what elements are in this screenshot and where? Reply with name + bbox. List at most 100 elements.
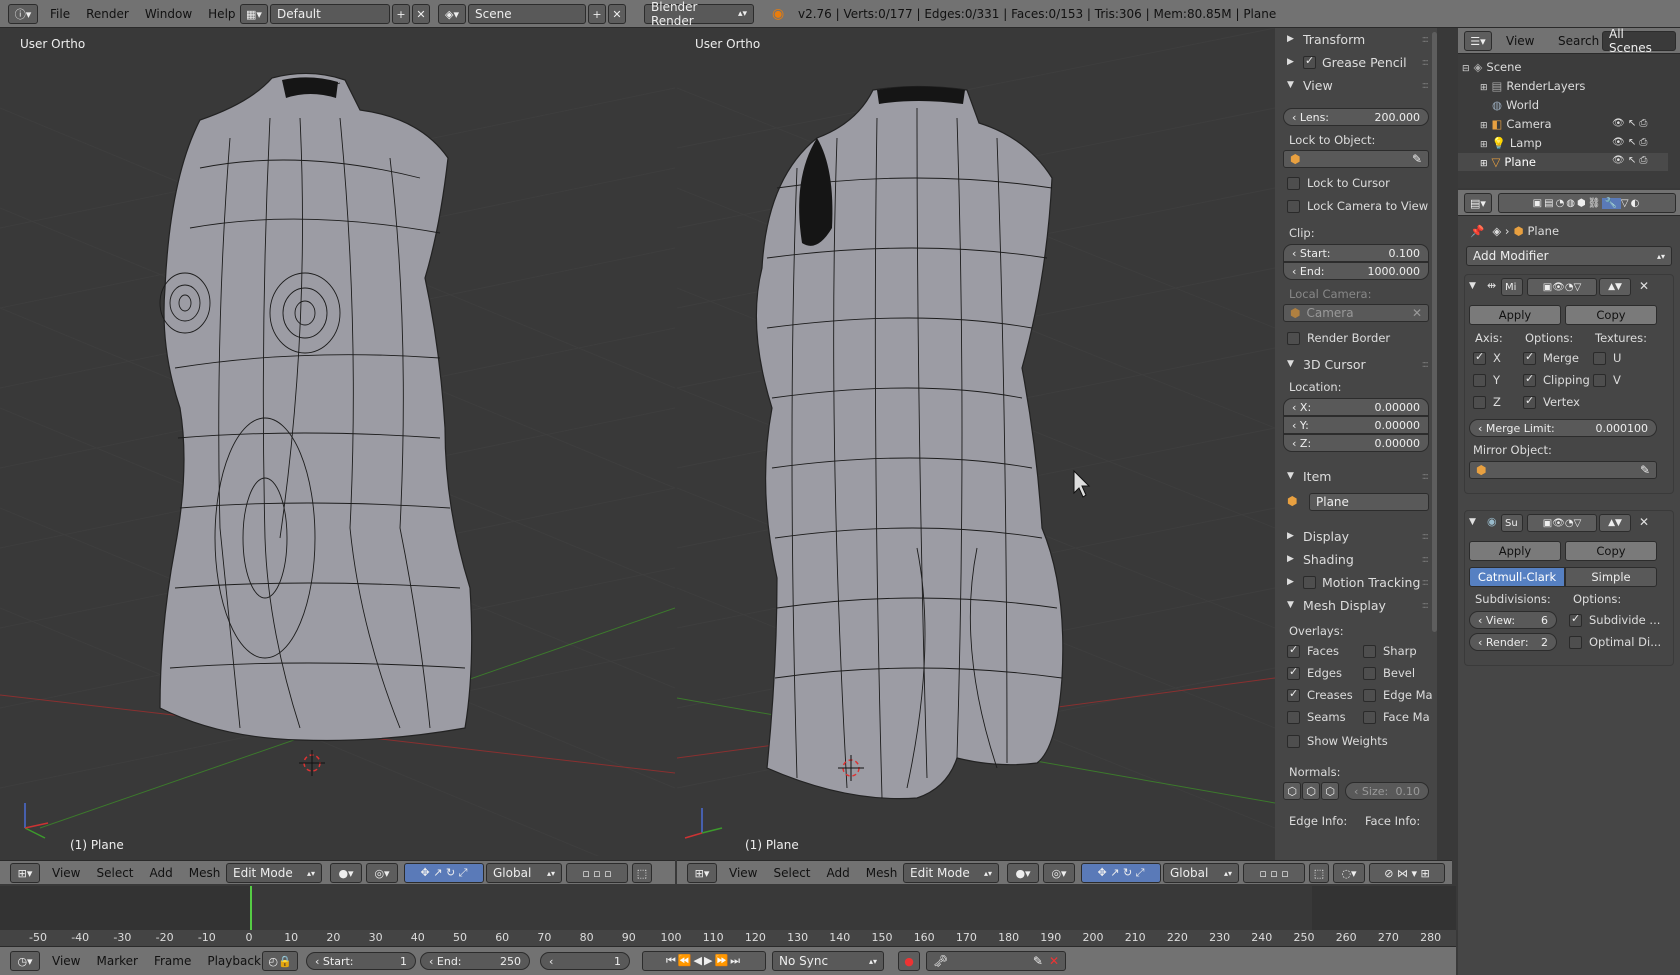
panel-mesh-display[interactable]: ▼ Mesh Display:::: [1275,594,1437,616]
optimal-display-checkbox[interactable] [1569,636,1582,649]
merge-limit-field[interactable]: ‹ Merge Limit: 0.000100 [1469,419,1657,437]
subsurf-name-field[interactable]: Su [1501,514,1523,532]
timeline[interactable]: -50 -40 -30 -20 -10 0 10 20 30 40 50 60 70 80 90 100 110… [0,886,1456,946]
clip-end-field[interactable]: ‹ End: 1000.000 [1283,262,1429,280]
keyframe-insert-icon[interactable]: ✎ [1033,954,1043,968]
panel-display[interactable]: ▶ Display:::: [1275,525,1437,547]
clipping-checkbox[interactable] [1523,372,1536,387]
pivot-right-button[interactable]: ◎▾ [1043,863,1075,883]
outliner-item-world[interactable]: ◍ World [1492,98,1539,112]
scene-field[interactable]: Scene [468,4,586,24]
menu-help[interactable]: Help [200,7,243,21]
panel-transform[interactable]: ▶ Transform:::: [1275,28,1437,50]
mirror-copy-button[interactable]: Copy [1565,305,1657,325]
timeline-menu-view[interactable]: View [44,954,88,968]
show-weights-checkbox[interactable] [1287,735,1300,748]
outliner-display-select[interactable]: All Scenes [1602,28,1676,55]
frame-start-field[interactable]: ‹ Start: 1 [306,952,416,970]
bevel-checkbox[interactable] [1363,667,1376,680]
panel-3d-cursor[interactable]: ▼ 3D Cursor:::: [1275,353,1437,375]
mirror-display-toggles[interactable]: ▣👁◔▽ [1527,278,1597,296]
normals-loop-button[interactable]: ⬡ [1302,782,1320,800]
panel-view[interactable]: ▼ View:::: [1275,74,1437,96]
menu-view[interactable]: View [44,866,88,880]
menu-select[interactable]: Select [88,866,141,880]
render-border-checkbox[interactable] [1287,332,1300,345]
lock-camera-checkbox[interactable] [1287,200,1300,213]
pivot-button[interactable]: ◎▾ [366,863,398,883]
preview-range-button[interactable]: ◴🔒 [262,951,298,971]
subsurf-display-toggles[interactable]: ▣👁◔▽ [1527,514,1597,532]
occlude-button[interactable]: ⬚ [632,863,652,883]
orientation-select[interactable]: Global ▴▾ [486,863,562,883]
shading-right-button[interactable]: ●▾ [1007,863,1039,883]
normals-vertex-button[interactable]: ⬡ [1283,782,1301,800]
menu-view-right[interactable]: View [721,866,765,880]
clear-camera-icon[interactable]: ✕ [1412,306,1422,320]
mirror-eyedropper-icon[interactable]: ✎ [1640,463,1650,477]
axis-z-checkbox[interactable] [1473,396,1486,409]
scene-icon-button[interactable]: ◈▾ [438,4,466,24]
texture-u-checkbox[interactable] [1593,352,1606,365]
panel-motion-tracking[interactable]: ▶ Motion Tracking:::: [1275,571,1437,593]
menu-add[interactable]: Add [142,866,181,880]
properties-context-tabs[interactable]: ▣▤◔◍⬢⛓ 🔧 ▽◐ [1498,193,1676,213]
edges-checkbox[interactable] [1287,665,1300,680]
timeline-menu-marker[interactable]: Marker [88,954,145,968]
outliner-item-lamp[interactable]: ⊞ 💡 Lamp [1480,136,1542,150]
menu-mesh[interactable]: Mesh [181,866,229,880]
editor-type-info-button[interactable]: ⓘ▾ [8,4,38,24]
visibility-eye-icon[interactable]: 👁 ↖ ⎙ [1612,118,1647,129]
subsurf-remove-icon[interactable]: ✕ [1639,515,1649,529]
layout-icon-button[interactable]: ▦▾ [240,4,268,24]
subsurf-move-buttons[interactable]: ▲▼ [1599,514,1631,532]
menu-add-right[interactable]: Add [819,866,858,880]
collapse-mirror-icon[interactable]: ▼ [1469,281,1476,291]
timeline-menu-playback[interactable]: Playback [199,954,269,968]
timeline-menu-frame[interactable]: Frame [146,954,199,968]
sync-select[interactable]: No Sync ▴▾ [772,951,884,971]
texture-v-checkbox[interactable] [1593,374,1606,387]
n-panel-scrollbar[interactable] [1432,32,1437,632]
edge-marks-checkbox[interactable] [1363,689,1376,702]
subsurf-apply-button[interactable]: Apply [1469,541,1561,561]
subsurf-copy-button[interactable]: Copy [1565,541,1657,561]
snap-button[interactable]: ⊘ ⋈ ▾ ⊞ [1369,863,1445,883]
collapse-subsurf-icon[interactable]: ▼ [1469,517,1476,527]
proportional-edit-button[interactable]: ◌▾ [1333,863,1365,883]
manipulator-button[interactable]: ✥ ↗ ↻ ⤢ [404,863,484,883]
mode-select-right[interactable]: Edit Mode ▴▾ [903,863,999,883]
layout-remove-button[interactable]: ✕ [412,4,430,24]
timeline-editor-type-button[interactable]: ◷▾ [10,951,40,971]
motion-tracking-checkbox[interactable] [1303,575,1316,589]
scene-remove-button[interactable]: ✕ [608,4,626,24]
grease-pencil-checkbox[interactable] [1303,54,1316,69]
layout-field[interactable]: Default [270,4,390,24]
subdivide-uvs-checkbox[interactable] [1569,612,1582,627]
seams-checkbox[interactable] [1287,711,1300,724]
frame-end-field[interactable]: ‹ End: 250 [420,952,530,970]
keyframe-delete-icon[interactable]: ✕ [1049,954,1059,968]
layout-add-button[interactable]: + [392,4,410,24]
occlude-right-button[interactable]: ⬚ [1309,863,1329,883]
keying-set-field[interactable]: 🗝 ✎ ✕ [926,951,1066,971]
current-frame-field[interactable]: ‹ 1 [540,952,630,970]
orientation-select-right[interactable]: Global ▴▾ [1163,863,1239,883]
clip-start-field[interactable]: ‹ Start: 0.100 [1283,244,1429,262]
vertex-checkbox[interactable] [1523,394,1536,409]
creases-checkbox[interactable] [1287,687,1300,702]
outliner-item-camera[interactable]: ⊞ ◧ Camera [1480,117,1552,131]
normals-size-field[interactable]: ‹ Size: 0.10 [1345,782,1429,800]
visibility-eye-plane-icon[interactable]: 👁 ↖ ⎙ [1612,155,1647,166]
visibility-eye-lamp-icon[interactable]: 👁 ↖ ⎙ [1612,137,1647,148]
mirror-apply-button[interactable]: Apply [1469,305,1561,325]
select-mode-button[interactable]: ▫ ▫ ▫ [566,863,628,883]
timeline-current-frame[interactable] [250,886,252,931]
item-name-field[interactable]: Plane [1309,493,1429,511]
viewport-left[interactable]: User Ortho (1) Plane [0,28,675,856]
outliner-item-scene[interactable]: ⊟ ◈ Scene [1462,60,1521,74]
outliner-editor-type-button[interactable]: ☰▾ [1464,31,1492,51]
cursor-y-field[interactable]: ‹ Y: 0.00000 [1283,416,1429,434]
local-camera-field[interactable]: ⬢ Camera ✕ [1283,304,1429,322]
lock-to-cursor-checkbox[interactable] [1287,177,1300,190]
